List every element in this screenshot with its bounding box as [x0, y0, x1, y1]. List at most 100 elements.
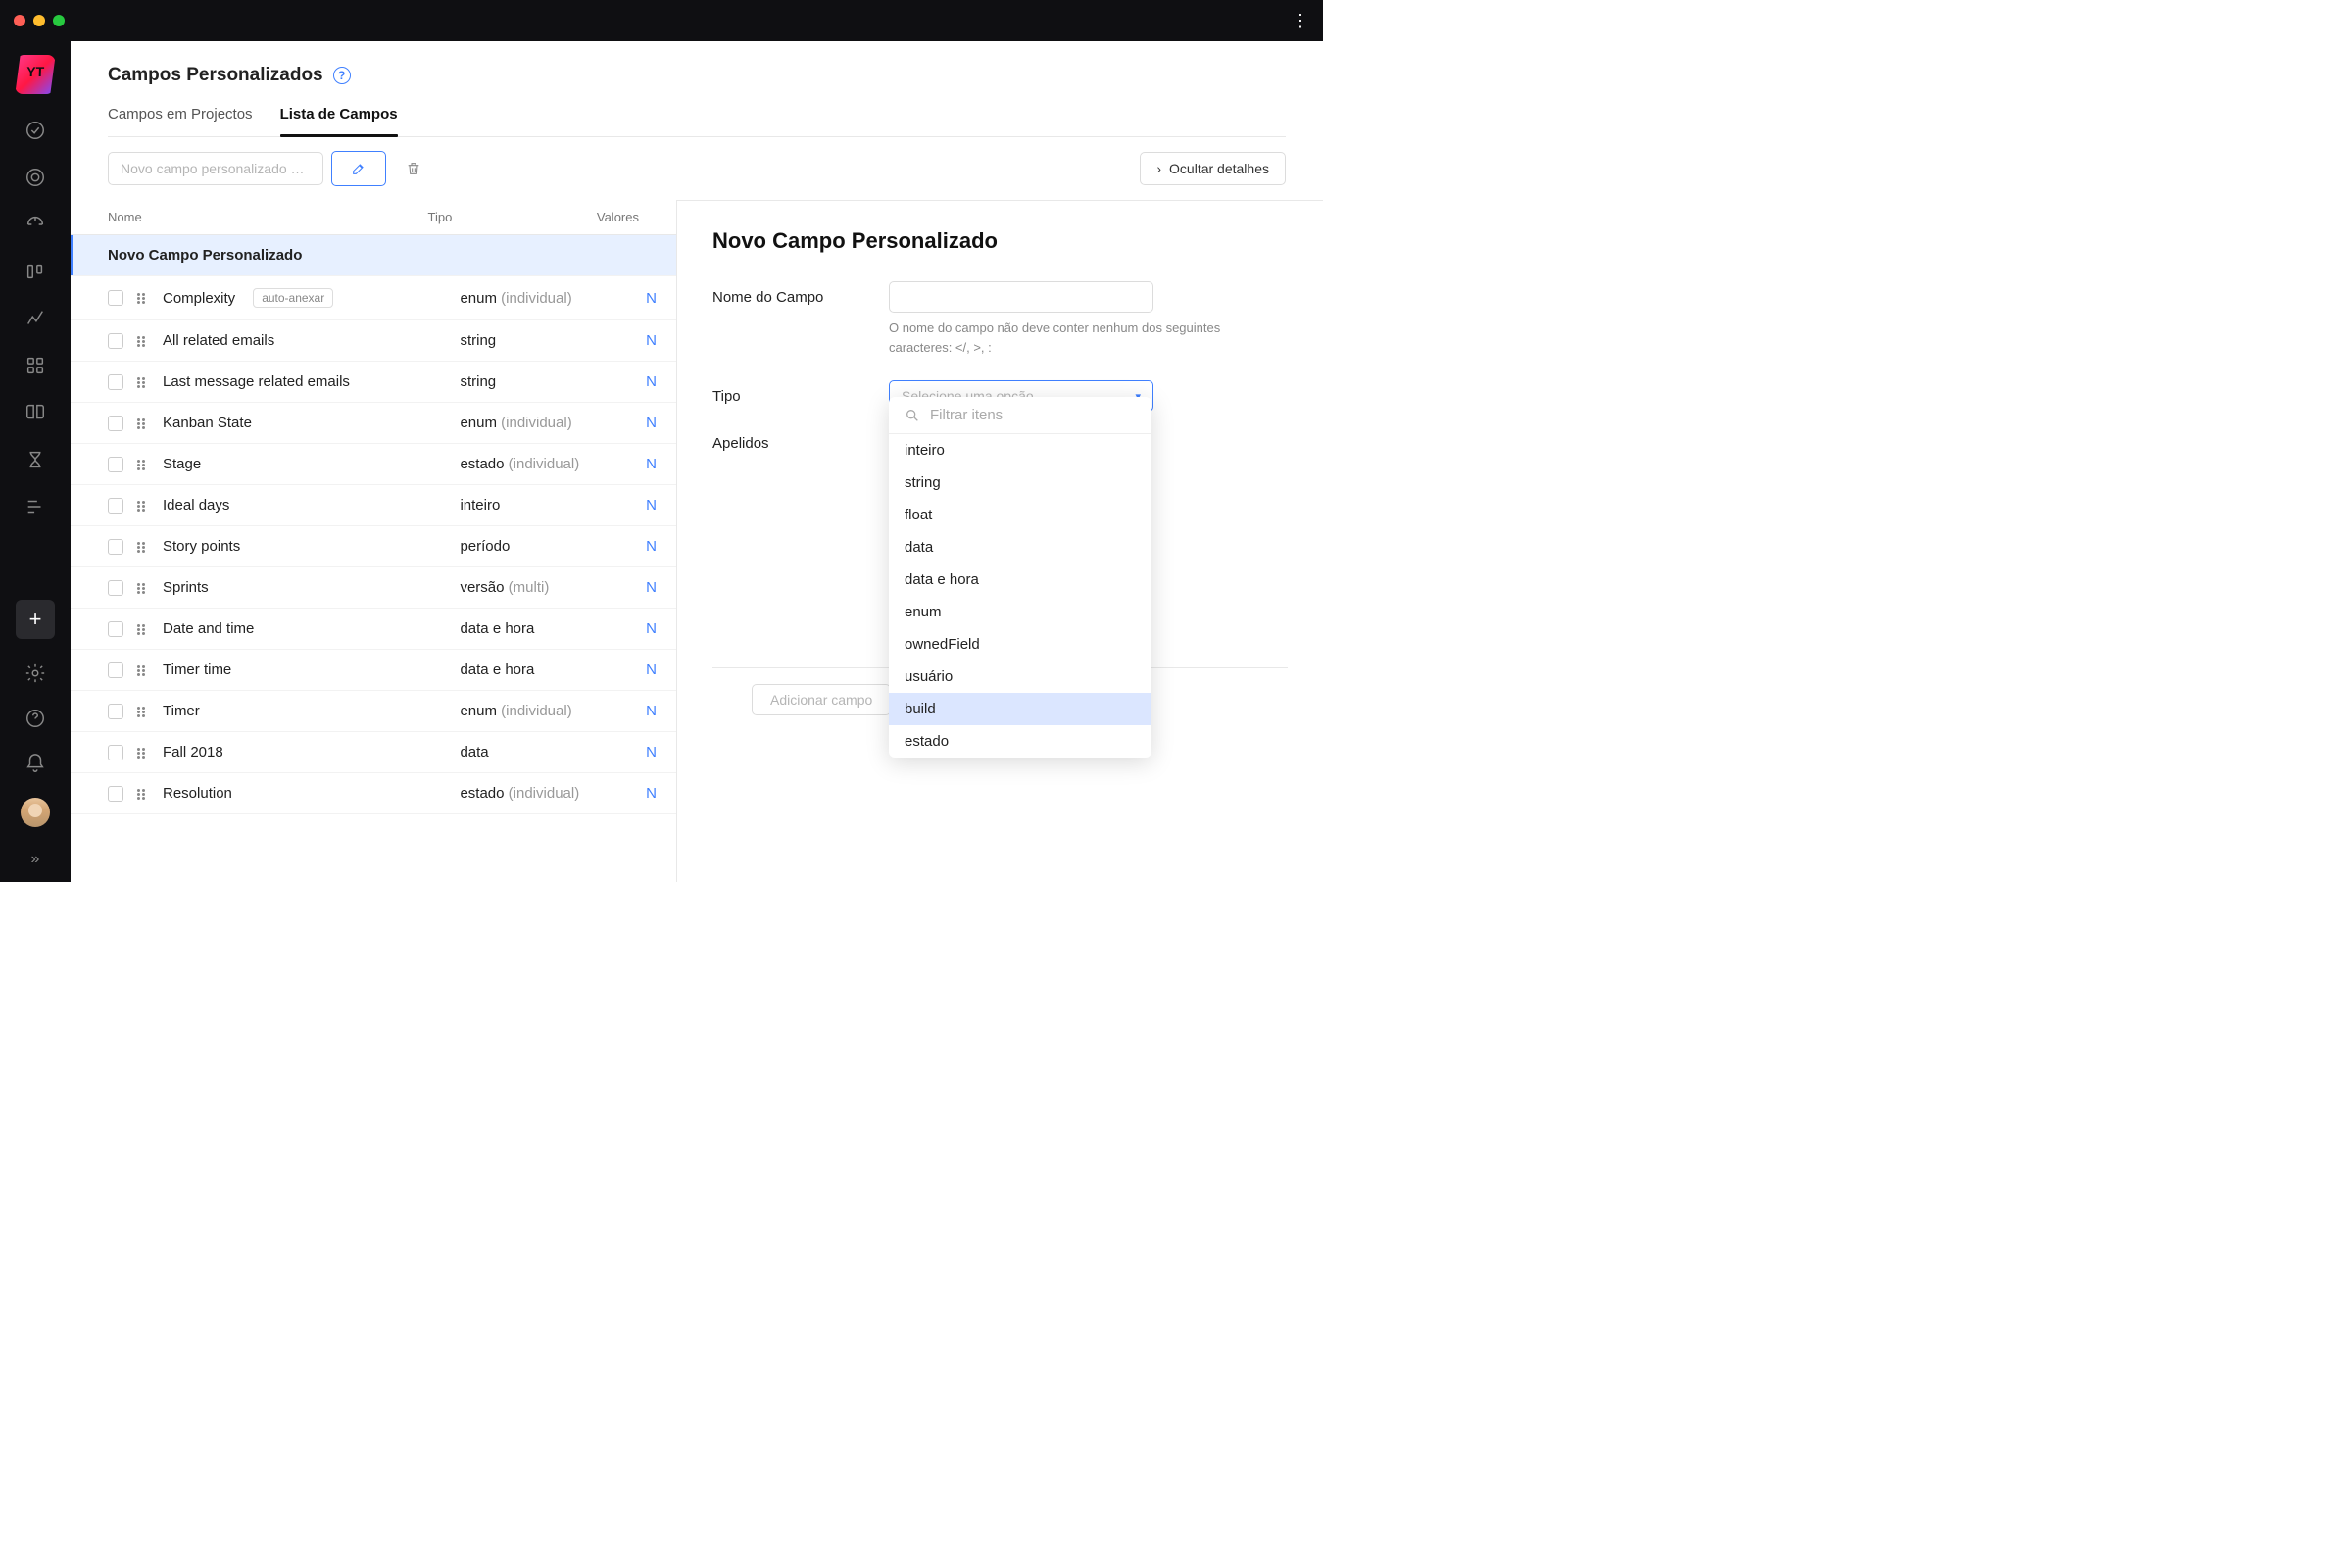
drag-handle-icon[interactable]	[137, 336, 149, 346]
close-window-button[interactable]	[14, 15, 25, 26]
row-values: N	[646, 415, 657, 431]
table-row[interactable]: All related emails string N	[71, 320, 676, 362]
row-checkbox[interactable]	[108, 662, 123, 678]
gantt-icon[interactable]	[24, 496, 46, 517]
table-row[interactable]: Ideal days inteiro N	[71, 485, 676, 526]
table-row[interactable]: Sprints versão (multi) N	[71, 567, 676, 609]
dropdown-item[interactable]: data e hora	[889, 564, 1152, 596]
help-icon[interactable]	[24, 708, 46, 729]
dropdown-item[interactable]: usuário	[889, 661, 1152, 693]
minimize-window-button[interactable]	[33, 15, 45, 26]
drag-handle-icon[interactable]	[137, 542, 149, 552]
row-checkbox[interactable]	[108, 580, 123, 596]
dropdown-item[interactable]: ownedField	[889, 628, 1152, 661]
tab-projects[interactable]: Campos em Projectos	[108, 106, 253, 136]
row-type: versão (multi)	[460, 579, 646, 596]
gear-icon[interactable]	[24, 662, 46, 684]
check-circle-icon[interactable]	[24, 120, 46, 141]
row-values: N	[646, 497, 657, 514]
row-values: N	[646, 662, 657, 678]
row-name-label: Resolution	[163, 785, 232, 802]
apps-icon[interactable]	[24, 355, 46, 376]
dropdown-item[interactable]: build	[889, 693, 1152, 725]
maximize-window-button[interactable]	[53, 15, 65, 26]
row-checkbox[interactable]	[108, 704, 123, 719]
bell-icon[interactable]	[24, 753, 46, 774]
table-row[interactable]: Kanban State enum (individual) N	[71, 403, 676, 444]
row-checkbox[interactable]	[108, 539, 123, 555]
row-type: estado (individual)	[460, 456, 646, 472]
table-row[interactable]: Last message related emails string N	[71, 362, 676, 403]
row-checkbox[interactable]	[108, 374, 123, 390]
drag-handle-icon[interactable]	[137, 418, 149, 428]
row-values: N	[646, 744, 657, 760]
collapse-sidebar-icon[interactable]: »	[31, 851, 40, 868]
row-name-label: Ideal days	[163, 497, 229, 514]
edit-button[interactable]	[331, 151, 386, 186]
table-row[interactable]: Fall 2018 data N	[71, 732, 676, 773]
avatar[interactable]	[21, 798, 50, 827]
dropdown-filter-input[interactable]	[930, 407, 1136, 423]
knowledge-base-icon[interactable]	[24, 402, 46, 423]
tab-field-list[interactable]: Lista de Campos	[280, 106, 398, 136]
row-checkbox[interactable]	[108, 498, 123, 514]
dashboard-icon[interactable]	[24, 214, 46, 235]
row-checkbox[interactable]	[108, 457, 123, 472]
row-checkbox[interactable]	[108, 333, 123, 349]
create-button[interactable]: +	[16, 600, 55, 639]
board-icon[interactable]	[24, 261, 46, 282]
row-tag: auto-anexar	[253, 288, 333, 308]
page-help-icon[interactable]: ?	[333, 67, 351, 84]
drag-handle-icon[interactable]	[137, 748, 149, 758]
delete-button[interactable]	[394, 151, 433, 186]
table-row[interactable]: Stage estado (individual) N	[71, 444, 676, 485]
dropdown-item[interactable]: inteiro	[889, 434, 1152, 466]
table-row[interactable]: Novo Campo Personalizado	[71, 235, 676, 276]
hourglass-icon[interactable]	[24, 449, 46, 470]
row-checkbox[interactable]	[108, 290, 123, 306]
drag-handle-icon[interactable]	[137, 583, 149, 593]
row-type: inteiro	[460, 497, 646, 514]
add-field-button[interactable]: Adicionar campo	[752, 684, 891, 715]
row-checkbox[interactable]	[108, 745, 123, 760]
table-row[interactable]: Story points período N	[71, 526, 676, 567]
row-type: data e hora	[460, 620, 646, 637]
drag-handle-icon[interactable]	[137, 665, 149, 675]
hide-details-button[interactable]: › Ocultar detalhes	[1140, 152, 1286, 185]
table-row[interactable]: Timer time data e hora N	[71, 650, 676, 691]
row-checkbox[interactable]	[108, 621, 123, 637]
row-type: data e hora	[460, 662, 646, 678]
table-row[interactable]: Timer enum (individual) N	[71, 691, 676, 732]
app-logo[interactable]: YT	[15, 55, 55, 94]
dropdown-item[interactable]: float	[889, 499, 1152, 531]
drag-handle-icon[interactable]	[137, 624, 149, 634]
dropdown-item[interactable]: enum	[889, 596, 1152, 628]
drag-handle-icon[interactable]	[137, 707, 149, 716]
dropdown-item[interactable]: string	[889, 466, 1152, 499]
drag-handle-icon[interactable]	[137, 377, 149, 387]
reports-icon[interactable]	[24, 308, 46, 329]
dropdown-item[interactable]: estado	[889, 725, 1152, 758]
window-title-bar: ⋮	[0, 0, 1323, 41]
row-type: enum (individual)	[460, 415, 646, 431]
row-values: N	[646, 703, 657, 719]
more-menu-icon[interactable]: ⋮	[1292, 11, 1309, 31]
row-type: data	[460, 744, 646, 760]
col-header-name: Nome	[108, 210, 428, 224]
chevron-right-icon: ›	[1156, 161, 1161, 176]
field-name-helper: O nome do campo não deve conter nenhum d…	[889, 318, 1281, 357]
lifebuoy-icon[interactable]	[24, 167, 46, 188]
table-row[interactable]: Complexity auto-anexar enum (individual)…	[71, 276, 676, 320]
drag-handle-icon[interactable]	[137, 293, 149, 303]
field-name-input[interactable]	[889, 281, 1153, 313]
drag-handle-icon[interactable]	[137, 501, 149, 511]
drag-handle-icon[interactable]	[137, 789, 149, 799]
row-checkbox[interactable]	[108, 786, 123, 802]
dropdown-item[interactable]: data	[889, 531, 1152, 564]
table-row[interactable]: Date and time data e hora N	[71, 609, 676, 650]
field-name-label: Nome do Campo	[712, 281, 889, 357]
table-row[interactable]: Resolution estado (individual) N	[71, 773, 676, 814]
new-field-name-input[interactable]	[108, 152, 323, 185]
row-checkbox[interactable]	[108, 416, 123, 431]
drag-handle-icon[interactable]	[137, 460, 149, 469]
